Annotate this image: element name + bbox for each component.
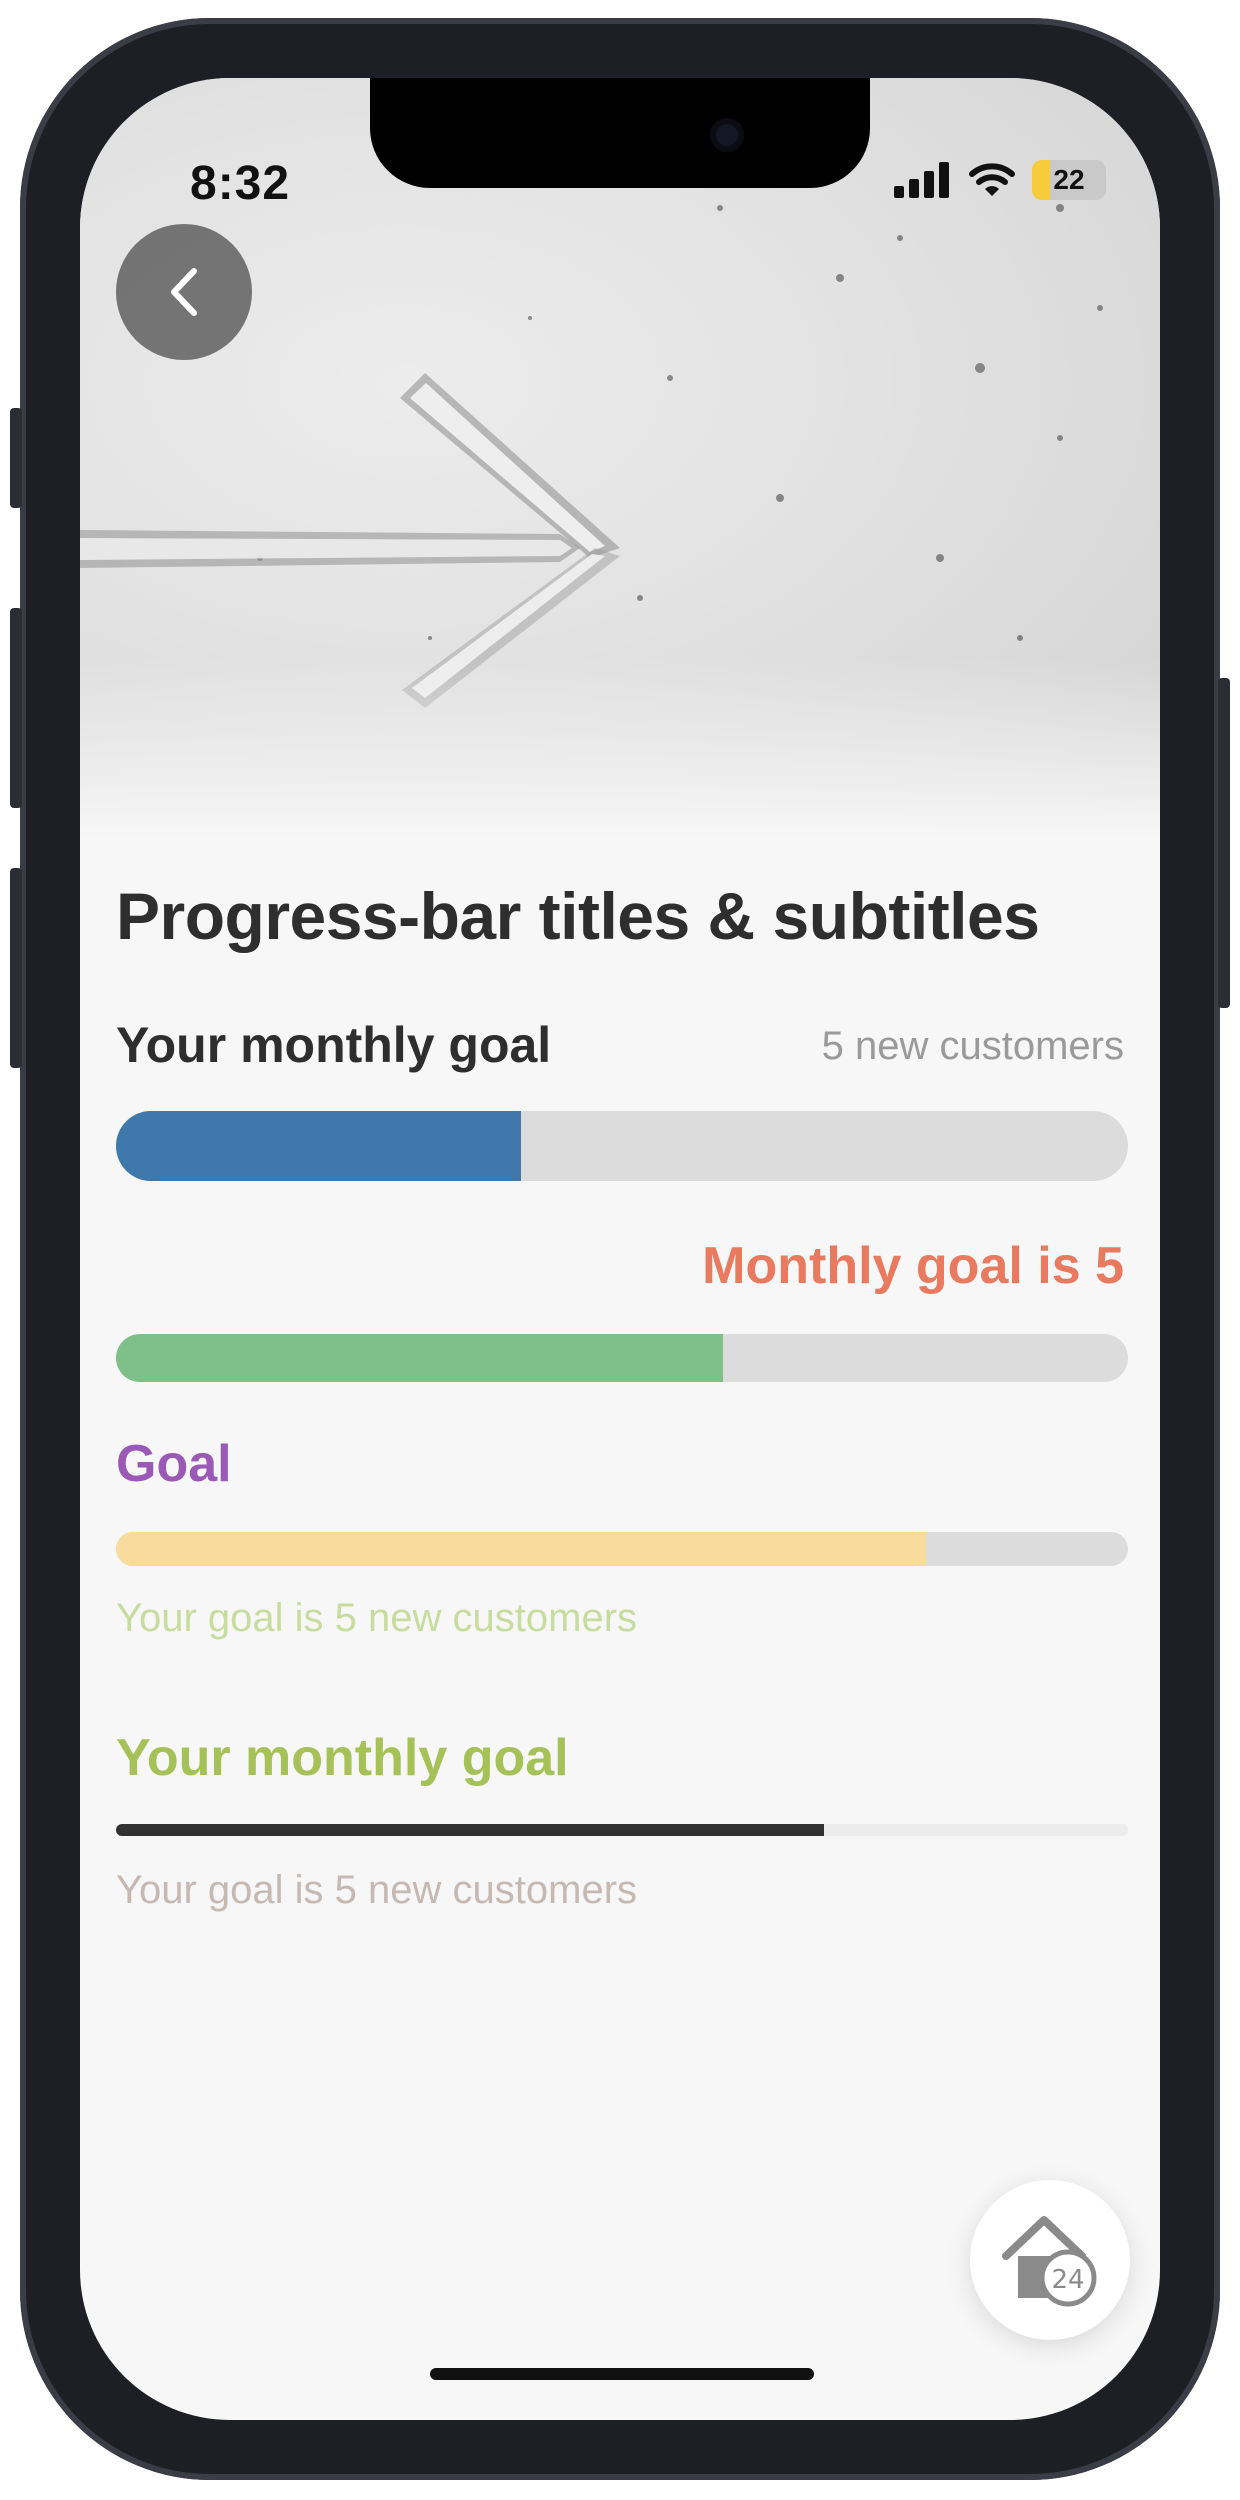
wifi-icon — [969, 163, 1015, 196]
progress-3-subtitle: Your goal is 5 new customers — [116, 1596, 638, 1640]
volume-down-button — [10, 868, 22, 1068]
phone-frame: 8:32 22 Progress-bar titles & subtitles … — [10, 18, 1230, 2480]
status-icons: 22 — [894, 160, 1106, 200]
back-button[interactable] — [116, 224, 252, 360]
progress-4-fill — [116, 1824, 825, 1836]
progress-3-title: Goal — [116, 1435, 232, 1493]
volume-up-button — [10, 608, 22, 808]
cellular-signal-icon — [894, 162, 949, 198]
silent-switch — [10, 408, 22, 508]
progress-1-subtitle: 5 new customers — [821, 1024, 1124, 1068]
battery-level: 22 — [1053, 164, 1085, 195]
progress-1-title: Your monthly goal — [116, 1017, 552, 1073]
progress-1-track — [116, 1111, 1128, 1181]
progress-3-fill — [116, 1532, 926, 1566]
front-camera — [710, 118, 744, 152]
progress-4-title: Your monthly goal — [116, 1729, 569, 1787]
progress-4-track — [116, 1824, 1128, 1836]
progress-2-fill — [116, 1334, 724, 1382]
page-title: Progress-bar titles & subtitles — [116, 879, 1040, 953]
home-indicator — [430, 2368, 814, 2380]
progress-1-fill — [116, 1111, 521, 1181]
notch — [370, 78, 870, 188]
home-badge-count: 24 — [1051, 2265, 1084, 2295]
power-button — [1218, 678, 1230, 1008]
progress-3-track — [116, 1532, 1128, 1566]
home-fab-button[interactable]: 24 — [970, 2180, 1130, 2340]
battery-indicator: 22 — [1032, 160, 1106, 200]
status-time: 8:32 — [190, 157, 291, 210]
progress-4-subtitle: Your goal is 5 new customers — [116, 1868, 638, 1912]
chevron-left-icon — [171, 268, 197, 316]
screen: 8:32 22 Progress-bar titles & subtitles … — [80, 78, 1160, 2420]
home-icon: 24 — [1002, 2216, 1097, 2307]
progress-2-title: Monthly goal is 5 — [702, 1237, 1124, 1295]
progress-2-track — [116, 1334, 1128, 1382]
battery-fill — [1032, 160, 1050, 200]
